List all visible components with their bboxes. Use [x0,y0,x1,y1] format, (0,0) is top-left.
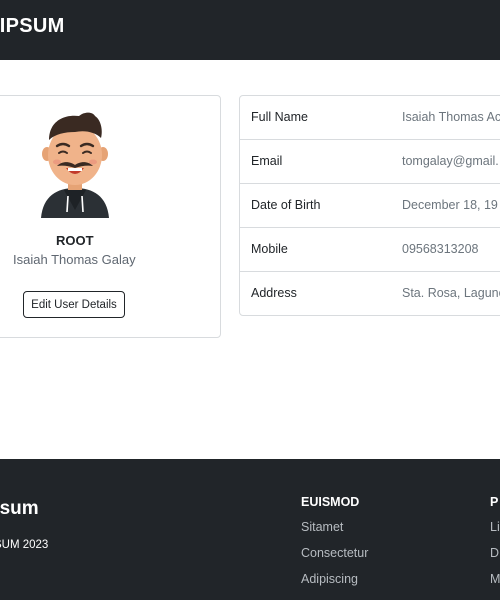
edit-user-details-button[interactable]: Edit User Details [23,291,125,318]
footer-brand: psum [0,498,39,519]
detail-row-date-of-birth: Date of Birth December 18, 19 [240,184,500,228]
footer-column-heading: EUISMOD [301,495,360,509]
footer-link[interactable]: Adipiscing [301,572,358,586]
footer-link[interactable]: Sitamet [301,520,343,534]
user-details-card: Full Name Isaiah Thomas Ac Email tomgala… [239,95,500,316]
footer-link[interactable]: M [490,572,500,586]
detail-row-email: Email tomgalay@gmail. [240,140,500,184]
user-role-label: ROOT [56,233,94,248]
profile-card: ROOT Isaiah Thomas Galay Edit User Detai… [0,95,221,338]
brand-logo[interactable]: I IPSUM [0,15,65,38]
detail-value: December 18, 19 [402,198,498,212]
detail-label: Mobile [251,242,288,256]
user-avatar-icon [41,112,109,218]
detail-value: tomgalay@gmail. [402,154,499,168]
detail-value: Isaiah Thomas Ac [402,110,500,124]
detail-label: Full Name [251,110,308,124]
footer-link[interactable]: Consectetur [301,546,368,560]
site-footer: psum SUM 2023 EUISMOD Sitamet Consectetu… [0,459,500,600]
detail-row-full-name: Full Name Isaiah Thomas Ac [240,96,500,140]
user-name-caption: Isaiah Thomas Galay [13,252,136,267]
detail-row-address: Address Sta. Rosa, Lagune [240,272,500,316]
detail-label: Date of Birth [251,198,321,212]
detail-label: Address [251,286,297,300]
footer-link[interactable]: D [490,546,499,560]
top-navbar: I IPSUM [0,0,500,60]
detail-row-mobile: Mobile 09568313208 [240,228,500,272]
footer-link[interactable]: Li [490,520,500,534]
footer-column-heading: P [490,495,499,509]
detail-label: Email [251,154,283,168]
footer-copyright: SUM 2023 [0,539,49,551]
detail-value: 09568313208 [402,242,479,256]
detail-value: Sta. Rosa, Lagune [402,286,500,300]
